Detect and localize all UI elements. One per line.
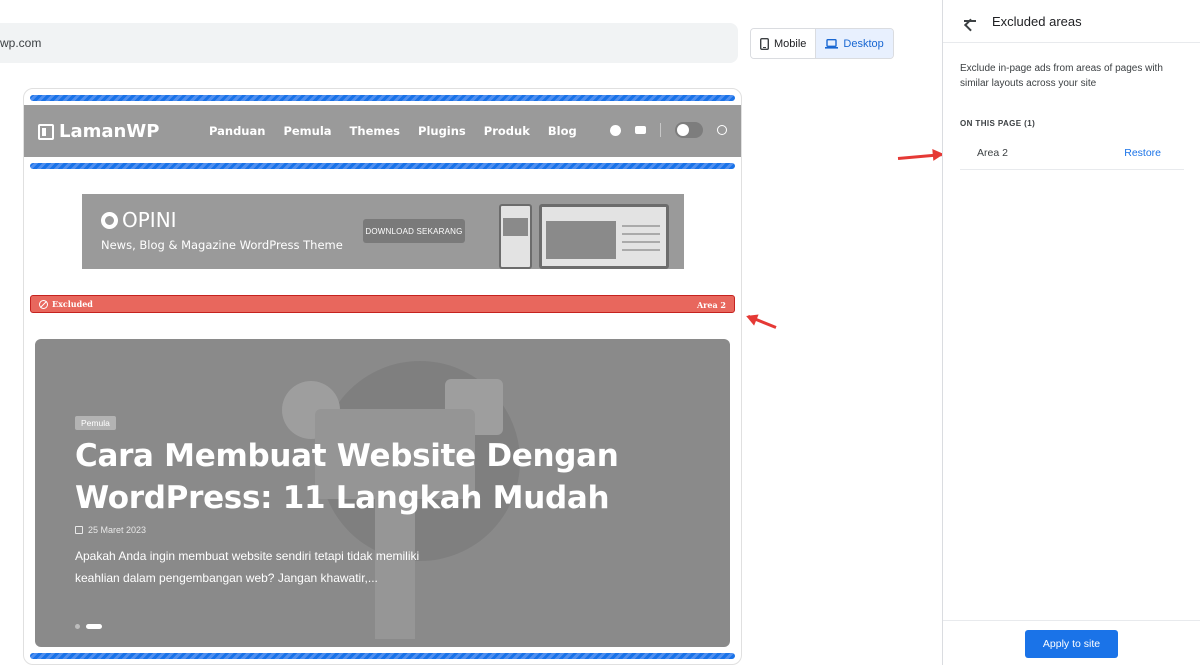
excluded-area-bar[interactable]: Excluded Area 2 — [30, 295, 735, 313]
hero-title[interactable]: Cara Membuat Website Dengan WordPress: 1… — [75, 435, 635, 519]
hero-card[interactable]: Pemula Cara Membuat Website Dengan WordP… — [35, 339, 730, 647]
mobile-button[interactable]: Mobile — [751, 29, 816, 58]
url-text: wp.com — [0, 36, 42, 50]
desktop-button[interactable]: Desktop — [815, 29, 893, 58]
carousel-dot-active[interactable] — [86, 624, 102, 629]
highlight-wave-header — [30, 163, 735, 169]
divider — [660, 123, 661, 137]
banner-cta-button[interactable]: DOWNLOAD SEKARANG — [363, 219, 465, 243]
phone-mockup-image — [499, 204, 532, 269]
ban-icon — [39, 299, 48, 309]
youtube-icon[interactable] — [635, 126, 646, 134]
site-logo: LamanWP — [38, 121, 159, 142]
panel-footer: Apply to site — [943, 620, 1200, 665]
excluded-label: Excluded — [52, 299, 93, 309]
desktop-label: Desktop — [843, 37, 884, 50]
laptop-icon — [825, 38, 839, 49]
logo-mark-icon — [38, 123, 54, 140]
category-badge[interactable]: Pemula — [75, 416, 116, 430]
header-icons — [610, 122, 727, 138]
excluded-area-name: Area 2 — [696, 300, 726, 310]
hero-date: 25 Maret 2023 — [75, 525, 146, 535]
section-label: ON THIS PAGE (1) — [960, 119, 1036, 128]
nav-item[interactable]: Themes — [350, 124, 400, 138]
annotation-arrow — [747, 314, 777, 329]
nav-item[interactable]: Blog — [548, 124, 577, 138]
search-icon[interactable] — [717, 125, 727, 135]
desktop-mockup-image — [539, 204, 669, 269]
banner-brand: OPINI — [101, 208, 177, 232]
area-name: Area 2 — [977, 147, 1008, 159]
nav-item[interactable]: Panduan — [209, 124, 265, 138]
site-preview: LamanWP Panduan Pemula Themes Plugins Pr… — [23, 88, 742, 665]
highlight-wave-top — [30, 95, 735, 101]
site-logo-text: LamanWP — [59, 121, 160, 142]
nav-item[interactable]: Plugins — [418, 124, 466, 138]
excluded-area-row: Area 2 Restore — [960, 135, 1184, 170]
url-bar[interactable]: wp.com — [0, 23, 738, 63]
site-header: LamanWP Panduan Pemula Themes Plugins Pr… — [24, 105, 741, 157]
annotation-arrow — [897, 153, 942, 160]
banner-ad[interactable]: OPINI News, Blog & Magazine WordPress Th… — [82, 194, 684, 269]
site-nav: Panduan Pemula Themes Plugins Produk Blo… — [209, 124, 577, 138]
phone-icon — [760, 37, 769, 50]
excluded-areas-panel: Excluded areas Exclude in-page ads from … — [942, 0, 1200, 665]
nav-item[interactable]: Produk — [484, 124, 530, 138]
panel-title: Excluded areas — [992, 14, 1082, 29]
opini-logo-icon — [101, 211, 118, 229]
device-toggle: Mobile Desktop — [750, 28, 894, 59]
carousel-dots — [75, 624, 102, 629]
panel-description: Exclude in-page ads from areas of pages … — [960, 63, 1163, 89]
restore-button[interactable]: Restore — [1124, 147, 1161, 159]
hero-excerpt: Apakah Anda ingin membuat website sendir… — [75, 549, 420, 585]
mobile-label: Mobile — [774, 37, 807, 50]
highlight-wave-bottom — [30, 653, 735, 659]
hero-date-text: 25 Maret 2023 — [88, 525, 147, 535]
panel-header: Excluded areas — [943, 0, 1200, 43]
calendar-icon — [75, 526, 83, 534]
carousel-dot[interactable] — [75, 624, 80, 629]
banner-brand-text: OPINI — [122, 208, 177, 232]
apply-to-site-button[interactable]: Apply to site — [1025, 630, 1118, 658]
facebook-icon[interactable] — [610, 124, 621, 136]
back-arrow-icon[interactable] — [962, 13, 978, 29]
dark-mode-toggle[interactable] — [675, 122, 703, 138]
banner-tagline: News, Blog & Magazine WordPress Theme — [101, 238, 343, 252]
ad-preview-page: wp.com Mobile Desktop LamanWP Panduan Pe… — [0, 0, 1200, 665]
nav-item[interactable]: Pemula — [283, 124, 331, 138]
